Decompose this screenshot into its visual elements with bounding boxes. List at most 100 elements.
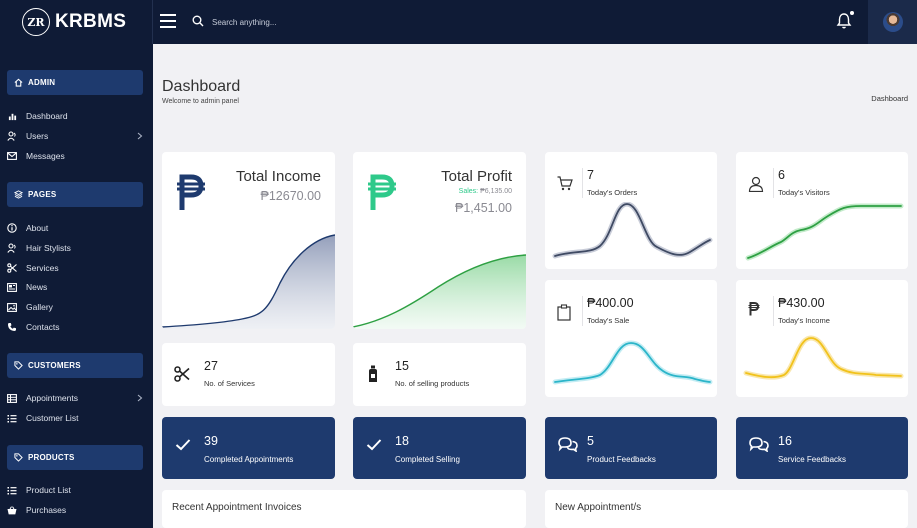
sidebar-item-messages[interactable]: Messages <box>6 149 146 163</box>
total-income-amount: ₱12670.00 <box>260 189 321 203</box>
sidebar-section-customers[interactable]: CUSTOMERS <box>7 353 143 378</box>
sidebar-item-label: Purchases <box>26 505 67 515</box>
sidebar-item-label: About <box>26 223 49 233</box>
basket-icon <box>6 505 18 515</box>
recent-invoices-panel: Recent Appointment Invoices <box>162 490 526 528</box>
todays-orders-sparkline <box>552 202 713 259</box>
scissors-icon <box>6 263 18 273</box>
sidebar-item-appointments[interactable]: Appointments <box>6 391 146 405</box>
sidebar-item-customer-list[interactable]: Customer List <box>6 411 146 425</box>
sidebar-section-label: PAGES <box>28 190 57 199</box>
total-profit-title: Total Profit <box>441 168 512 185</box>
sidebar-item-label: Appointments <box>26 393 78 403</box>
service-feedbacks-label: Service Feedbacks <box>778 455 847 464</box>
service-feedbacks-card[interactable]: 16 Service Feedbacks <box>736 417 908 479</box>
sidebar-item-services[interactable]: Services <box>6 261 146 275</box>
service-feedbacks-value: 16 <box>778 434 792 448</box>
todays-sale-label: Today's Sale <box>587 316 630 325</box>
sidebar-section-products[interactable]: PRODUCTS <box>7 445 143 470</box>
notification-bell-icon[interactable] <box>836 12 852 30</box>
sidebar-section-pages[interactable]: PAGES <box>7 182 143 207</box>
sidebar-item-product-list[interactable]: Product List <box>6 483 146 497</box>
completed-selling-card[interactable]: 18 Completed Selling <box>353 417 526 479</box>
sidebar-item-label: Product List <box>26 485 71 495</box>
services-count-label: No. of Services <box>204 379 255 388</box>
sidebar-item-gallery[interactable]: Gallery <box>6 300 146 314</box>
ledger-icon <box>6 393 18 403</box>
user-menu[interactable] <box>868 0 917 44</box>
peso-icon <box>368 174 396 210</box>
sidebar-item-users[interactable]: Users <box>6 129 146 143</box>
sidebar-item-label: Dashboard <box>26 111 68 121</box>
sidebar-item-label: Contacts <box>26 322 60 332</box>
sidebar-item-about[interactable]: About <box>6 221 146 235</box>
sidebar-item-hair-stylists[interactable]: Hair Stylists <box>6 241 146 255</box>
cart-icon <box>557 176 573 191</box>
comments-icon <box>558 437 578 452</box>
new-appointments-panel: New Appointment/s <box>545 490 908 528</box>
comments-icon <box>749 437 769 452</box>
page-subtitle: Welcome to admin panel <box>162 98 239 105</box>
list-icon <box>6 414 18 423</box>
completed-selling-value: 18 <box>395 434 409 448</box>
clipboard-icon <box>557 304 571 321</box>
envelope-icon <box>6 152 18 160</box>
todays-income-sparkline <box>743 335 904 380</box>
separator <box>773 296 774 326</box>
sales-value: ₱6,135.00 <box>480 188 512 195</box>
sidebar-item-label: News <box>26 282 48 292</box>
sidebar-section-label: ADMIN <box>28 78 56 87</box>
search-input[interactable] <box>212 13 472 31</box>
todays-visitors-sparkline <box>745 203 904 261</box>
total-profit-card: Total Profit Sales: ₱6,135.00 ₱1,451.00 <box>353 152 526 329</box>
brand-logo: ZR <box>22 8 50 36</box>
sidebar-section-admin[interactable]: ADMIN <box>7 70 143 95</box>
total-income-sparkline <box>162 234 335 329</box>
new-appointments-title: New Appointment/s <box>555 502 642 513</box>
todays-sale-sparkline <box>552 340 713 385</box>
todays-orders-card: 7 Today's Orders <box>545 152 717 269</box>
menu-toggle-icon[interactable] <box>160 14 176 28</box>
chevron-right-icon <box>137 394 143 402</box>
todays-sale-value: ₱400.00 <box>587 296 634 310</box>
sidebar-item-label: Services <box>26 263 59 273</box>
recent-invoices-title: Recent Appointment Invoices <box>172 502 302 513</box>
selling-products-label: No. of selling products <box>395 379 470 388</box>
product-feedbacks-value: 5 <box>587 434 594 448</box>
sidebar: ADMIN Dashboard Users Messages PAGES Abo… <box>0 44 153 528</box>
sidebar-item-contacts[interactable]: Contacts <box>6 320 146 334</box>
sidebar-item-dashboard[interactable]: Dashboard <box>6 109 146 123</box>
completed-appointments-value: 39 <box>204 434 218 448</box>
total-income-card: Total Income ₱12670.00 <box>162 152 335 329</box>
scissors-icon <box>174 366 190 382</box>
selling-products-value: 15 <box>395 359 409 373</box>
todays-visitors-value: 6 <box>778 168 785 182</box>
todays-visitors-card: 6 Today's Visitors <box>736 152 908 269</box>
todays-income-label: Today's Income <box>778 316 830 325</box>
users-icon <box>6 131 18 141</box>
brand[interactable]: ZR KRBMS <box>0 0 153 44</box>
tag-icon <box>14 361 23 370</box>
home-icon <box>14 78 23 87</box>
separator <box>773 168 774 198</box>
selling-products-card: 15 No. of selling products <box>353 343 526 406</box>
todays-visitors-label: Today's Visitors <box>778 188 830 197</box>
total-profit-sales: Sales: ₱6,135.00 <box>459 188 512 195</box>
completed-appointments-card[interactable]: 39 Completed Appointments <box>162 417 335 479</box>
peso-icon <box>748 302 760 316</box>
list-icon <box>6 486 18 495</box>
sidebar-item-news[interactable]: News <box>6 280 146 294</box>
sidebar-section-label: PRODUCTS <box>28 453 75 462</box>
services-count-value: 27 <box>204 359 218 373</box>
sidebar-item-purchases[interactable]: Purchases <box>6 503 146 517</box>
avatar <box>882 12 903 32</box>
phone-icon <box>6 322 18 332</box>
total-profit-sparkline <box>353 254 526 329</box>
completed-selling-label: Completed Selling <box>395 455 460 464</box>
product-feedbacks-card[interactable]: 5 Product Feedbacks <box>545 417 717 479</box>
breadcrumb[interactable]: Dashboard <box>871 94 908 103</box>
todays-income-card: ₱430.00 Today's Income <box>736 280 908 397</box>
separator <box>582 296 583 326</box>
separator <box>582 168 583 198</box>
peso-icon <box>177 174 205 210</box>
